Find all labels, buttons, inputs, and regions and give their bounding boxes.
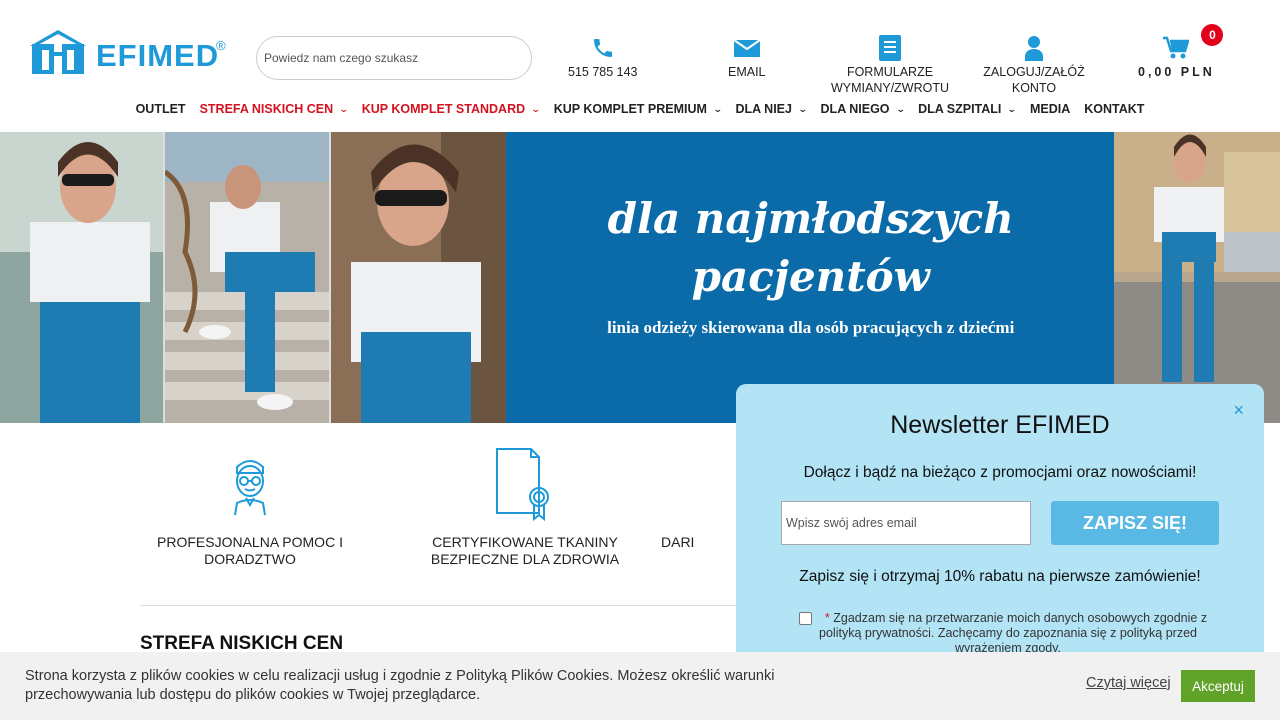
consent-label: Zgadzam się na przetwarzanie moich danyc…	[819, 611, 1208, 655]
consent-text: * Zgadzam się na przetwarzanie moich dan…	[798, 611, 1218, 656]
chevron-down-icon: ⌄	[531, 103, 541, 114]
logo-text: EFIMED	[96, 38, 220, 73]
newsletter-popup: × Newsletter EFIMED Dołącz i bądź na bie…	[736, 384, 1264, 664]
cookie-text: Strona korzysta z plików cookies w celu …	[25, 668, 775, 703]
search-input[interactable]	[264, 51, 531, 65]
hero-subtitle: linia odzieży skierowana dla osób pracuj…	[607, 318, 1015, 337]
nav-item-strefa-niskich-cen[interactable]: STREFA NISKICH CEN ⌄	[193, 102, 355, 116]
chevron-down-icon: ⌄	[1007, 103, 1018, 114]
efimed-logo[interactable]: EFIMED ®	[30, 30, 226, 76]
chevron-down-icon: ⌄	[797, 103, 808, 114]
newsletter-subscribe-button[interactable]: ZAPISZ SIĘ!	[1051, 501, 1219, 545]
nav-item-dla-szpitali[interactable]: DLA SZPITALI ⌄	[911, 102, 1023, 116]
nav-label: MEDIA	[1029, 102, 1071, 116]
hero-photo-3	[331, 132, 507, 423]
return-forms-link[interactable]: FORMULARZE WYMIANY/ZWROTU	[830, 34, 950, 96]
feature-label: CERTYFIKOWANE TKANINY BEZPIECZNE DLA ZDR…	[430, 534, 620, 567]
nav-item-komplet-premium[interactable]: KUP KOMPLET PREMIUM ⌄	[547, 102, 729, 116]
chevron-down-icon: ⌄	[339, 103, 349, 114]
nav-item-media[interactable]: MEDIA	[1023, 102, 1077, 116]
nav-label: DLA NIEJ	[735, 102, 792, 116]
newsletter-email-field[interactable]	[781, 501, 1031, 545]
envelope-icon	[733, 39, 760, 57]
main-nav: OUTLET STREFA NISKICH CEN ⌄ KUP KOMPLET S…	[0, 102, 1280, 116]
account-link[interactable]: ZALOGUJ/ZAŁÓŻ KONTO	[975, 34, 1093, 96]
nav-label: STREFA NISKICH CEN	[199, 102, 334, 116]
cookie-read-more-link[interactable]: Czytaj więcej	[1086, 675, 1171, 691]
chevron-down-icon: ⌄	[895, 103, 906, 114]
logo-mark-icon	[30, 30, 86, 74]
email-label: EMAIL	[728, 65, 766, 79]
feature-label: DARI	[661, 534, 695, 550]
newsletter-intro: Dołącz i bądź na bieżąco z promocjami or…	[803, 464, 1197, 481]
cart-count-badge: 0	[1201, 24, 1224, 46]
hero-title-line-1: dla najmłodszych	[607, 194, 1014, 243]
hero-photo-2	[164, 132, 330, 423]
nav-item-dla-niego[interactable]: DLA NIEGO ⌄	[814, 102, 912, 116]
nav-label: KUP KOMPLET STANDARD	[361, 102, 526, 116]
cookie-accept-button[interactable]: Akceptuj	[1181, 670, 1255, 702]
cart-total: 0,00 PLN	[1138, 65, 1215, 79]
document-icon	[879, 35, 901, 61]
nav-item-outlet[interactable]: OUTLET	[129, 102, 193, 116]
feature-certified-fabrics: CERTYFIKOWANE TKANINY BEZPIECZNE DLA ZDR…	[415, 440, 635, 568]
cart-link[interactable]: 0 0,00 PLN	[1138, 24, 1224, 80]
nav-item-komplet-standard[interactable]: KUP KOMPLET STANDARD ⌄	[355, 102, 547, 116]
nav-item-kontakt[interactable]: KONTAKT	[1077, 102, 1151, 116]
nav-label: OUTLET	[135, 102, 186, 116]
hero-text-panel: dla najmłodszych pacjentów linia odzieży…	[506, 132, 1115, 423]
nav-label: DLA SZPITALI	[918, 102, 1002, 116]
logo-registered-mark: ®	[216, 38, 226, 53]
search-box[interactable]	[256, 36, 532, 80]
hero-banner[interactable]: dla najmłodszych pacjentów linia odzieży…	[0, 132, 1280, 423]
certificate-icon	[496, 448, 549, 522]
feature-label: PROFESJONALNA POMOC I DORADZTWO	[157, 534, 343, 567]
newsletter-discount-text: Zapisz się i otrzymaj 10% rabatu na pier…	[799, 568, 1201, 585]
cookie-bar: Strona korzysta z plików cookies w celu …	[0, 652, 1280, 720]
feature-professional-help: PROFESJONALNA POMOC I DORADZTWO	[140, 440, 360, 568]
email-link[interactable]: EMAIL	[728, 34, 766, 80]
nav-label: KUP KOMPLET PREMIUM	[553, 102, 707, 116]
nav-item-dla-niej[interactable]: DLA NIEJ ⌄	[728, 102, 813, 116]
user-icon	[1025, 36, 1043, 61]
phone-number: 515 785 143	[568, 65, 638, 79]
cart-icon	[1163, 36, 1190, 59]
return-forms-label: FORMULARZE WYMIANY/ZWROTU	[830, 65, 950, 95]
account-label: ZALOGUJ/ZAŁÓŻ KONTO	[983, 65, 1085, 95]
feature-partial: DARI	[661, 440, 731, 551]
hero-title-line-2: pacjentów	[691, 252, 930, 301]
hero-photo-4	[1114, 132, 1280, 423]
site-header: EFIMED ® 515 785 143 EMAIL FORMULARZE WY…	[0, 0, 1280, 132]
phone-link[interactable]: 515 785 143	[568, 34, 638, 80]
hero-photo-1	[0, 132, 163, 423]
newsletter-email-input[interactable]	[786, 516, 1030, 530]
required-star: *	[824, 611, 830, 625]
nav-label: KONTAKT	[1084, 102, 1145, 116]
chevron-down-icon: ⌄	[712, 103, 723, 114]
newsletter-title: Newsletter EFIMED	[890, 411, 1110, 439]
hero-title: dla najmłodszych pacjentów	[506, 190, 1115, 306]
doctor-icon	[234, 460, 266, 516]
nav-label: DLA NIEGO	[820, 102, 890, 116]
phone-icon	[593, 39, 612, 57]
